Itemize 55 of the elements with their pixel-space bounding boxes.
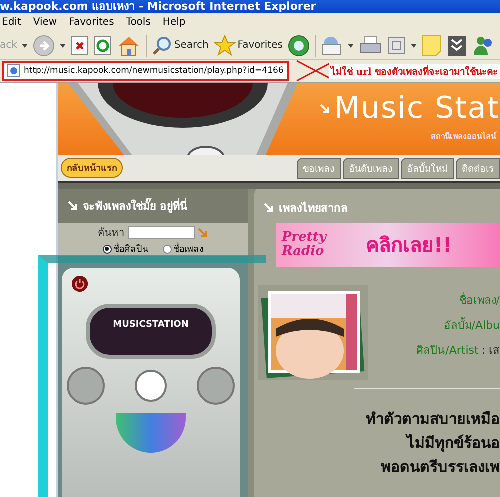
page-icon (7, 64, 21, 78)
banner-action: คลิกเลย!! (366, 232, 452, 259)
window-icon[interactable] (388, 36, 406, 54)
annotation-note: ไม่ใช่ url ของตัวเพลงที่จะเอามาใช้นะคะ (328, 64, 500, 78)
url-text: http://music.kapook.com/newmusicstation/play.php?id=4166 (24, 66, 284, 76)
arrow-icon (264, 203, 274, 213)
media-icon[interactable] (288, 34, 310, 56)
address-field[interactable]: http://music.kapook.com/newmusicstation/play.php?id=4166 (2, 61, 289, 81)
site-subtitle: สถานีเพลงออนไลน์ (431, 130, 498, 143)
lyrics-line: พอดนตรีบรรเลงเพ (381, 457, 500, 478)
menu-item[interactable]: Tools (126, 17, 151, 28)
arrow-icon (320, 104, 330, 114)
radio-option[interactable]: ชื่อเพลง (162, 242, 204, 256)
field-label: อัลบั้ม/Albu (444, 319, 500, 332)
home-button[interactable]: กลับหน้าแรก (61, 158, 123, 178)
search-label: ค้นหา (98, 226, 125, 240)
search-field[interactable] (128, 226, 195, 239)
cross-mark (294, 60, 329, 82)
panel-heading: จะฟังเพลงใช่มั๊ย อยู่ที่นี่ (83, 197, 188, 215)
banner-title: Pretty Radio (282, 231, 328, 259)
panel-heading: เพลงไทยสากล (279, 200, 348, 217)
field-label: ชื่อเพลง/ (459, 294, 500, 307)
menu-item[interactable]: Edit (2, 17, 22, 28)
refresh-icon[interactable] (94, 36, 112, 56)
home-icon[interactable] (117, 34, 142, 56)
caret-icon[interactable] (410, 44, 417, 48)
player-display-text: MUSICSTATION (113, 320, 189, 330)
radio-button[interactable] (162, 244, 172, 254)
radio-button[interactable] (102, 244, 112, 254)
menu-item[interactable]: Favorites (69, 17, 114, 28)
arrow-icon (68, 201, 78, 211)
site-title: Music Stat (334, 91, 500, 126)
star-icon (214, 34, 236, 56)
caret-icon[interactable] (22, 44, 28, 48)
field-label: ศิลปิน/Artist (416, 344, 479, 357)
window-title: w.kapook.com แอบเหงา - Microsoft Internet Explorer (0, 0, 316, 13)
lyrics-line: ไม่มีทุกข์ร้อนอ (407, 433, 500, 454)
caret-icon[interactable] (60, 44, 66, 48)
volume-knob[interactable] (135, 370, 167, 402)
dial-knob[interactable] (67, 367, 105, 405)
lyrics-line: ทำตัวตามสบายเหมือ (366, 409, 500, 430)
menu-item[interactable]: Help (162, 17, 186, 28)
power-icon[interactable] (72, 276, 88, 292)
arrow-icon (198, 228, 208, 238)
menu-item[interactable]: View (33, 17, 58, 28)
favorites-button[interactable]: Favorites (214, 34, 283, 56)
chevron-box-icon[interactable] (446, 34, 467, 56)
caret-icon[interactable] (348, 44, 354, 48)
radio-option[interactable]: ชื่อศิลปิน (102, 242, 148, 256)
search-icon (152, 36, 172, 56)
mail-icon[interactable] (320, 36, 343, 56)
stop-icon[interactable] (71, 36, 90, 56)
search-button[interactable]: Search (152, 36, 209, 56)
printer-icon[interactable] (358, 36, 383, 56)
field-value: : เส (482, 344, 500, 357)
